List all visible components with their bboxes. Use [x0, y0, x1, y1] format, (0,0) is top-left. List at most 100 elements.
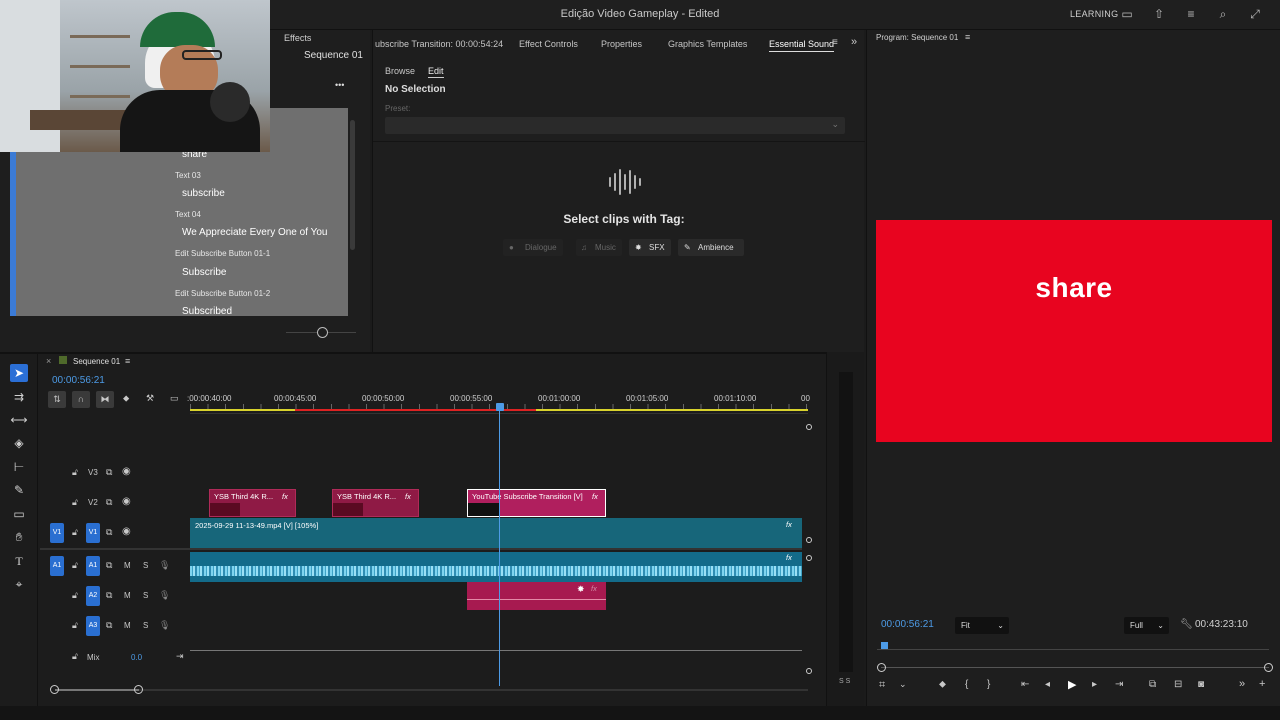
lock-icon[interactable]: 🔓︎ — [72, 651, 78, 662]
track-select-tool-icon[interactable]: ⇉ — [10, 388, 28, 406]
vertical-scroll-handle[interactable] — [806, 537, 812, 543]
mute-button[interactable]: M — [124, 561, 131, 570]
step-back-icon[interactable]: ◂ — [1045, 679, 1050, 690]
chevron-down-icon[interactable]: ⌄ — [899, 679, 907, 690]
tab-essential-sound[interactable]: Essential Sound — [769, 39, 835, 52]
program-ruler[interactable] — [877, 642, 1269, 650]
selection-tool-icon[interactable]: ➤ — [10, 364, 28, 382]
tag-sfx-button[interactable]: ✸ SFX — [629, 239, 671, 256]
microphone-icon[interactable]: 🎙︎ — [159, 560, 170, 571]
track-target-a2[interactable]: A2 — [86, 586, 100, 606]
track-target-a1[interactable]: A1 — [86, 556, 100, 576]
zoom-bar[interactable] — [881, 667, 1269, 668]
tab-effect-controls[interactable]: Effect Controls — [519, 39, 578, 49]
go-to-out-icon[interactable]: ⇥ — [1115, 679, 1123, 690]
clip-a1-gameplay-audio[interactable]: fx — [190, 552, 802, 582]
close-tab-icon[interactable]: × — [46, 356, 51, 366]
vertical-scroll-handle[interactable] — [806, 555, 812, 561]
solo-button[interactable]: S — [143, 621, 148, 630]
nest-toggle-icon[interactable]: ⇅ — [48, 391, 66, 408]
lock-icon[interactable]: 🔓︎ — [72, 560, 78, 571]
tag-music-button[interactable]: ♫ Music — [576, 239, 622, 256]
wrench-icon[interactable]: ⚒ — [146, 393, 154, 404]
mark-out-icon[interactable]: } — [987, 679, 990, 690]
tag-dialogue-button[interactable]: ● Dialogue — [503, 239, 563, 256]
add-button-icon[interactable]: + — [1259, 678, 1265, 690]
search-icon[interactable]: ⌕ — [1216, 7, 1230, 21]
horizontal-scrollbar-thumb[interactable] — [55, 689, 139, 691]
horizontal-scroll-handle-left[interactable] — [50, 685, 59, 694]
add-marker-icon[interactable]: ⬥ — [939, 679, 946, 690]
lock-icon[interactable]: 🔓︎ — [72, 497, 78, 508]
sync-lock-icon[interactable]: ⧉ — [106, 467, 112, 478]
clip-v2-third-1[interactable]: YSB Third 4K R... fx — [209, 489, 296, 517]
source-patch-a1[interactable]: A1 — [50, 556, 64, 576]
hand-tool-icon[interactable]: ✋︎ — [10, 528, 28, 546]
step-forward-icon[interactable]: ▸ — [1092, 679, 1097, 690]
ripple-edit-tool-icon[interactable]: ⟷ — [10, 411, 28, 429]
solo-button[interactable]: S — [143, 561, 148, 570]
sync-lock-icon[interactable]: ⧉ — [106, 620, 112, 631]
play-icon[interactable]: ▶ — [1068, 678, 1076, 691]
add-marker-icon[interactable]: ⬥ — [123, 393, 129, 404]
snap-magnet-icon[interactable]: ∩ — [72, 391, 90, 408]
mute-button[interactable]: M — [124, 591, 131, 600]
razor-tool-icon[interactable]: ◈ — [10, 434, 28, 452]
lock-icon[interactable]: 🔓︎ — [72, 620, 78, 631]
preset-dropdown[interactable]: ⌄ — [385, 117, 845, 134]
clip-v1-gameplay[interactable]: 2025-09-29 11-13-49.mp4 [V] [105%] fx — [190, 518, 802, 548]
zoom-bar-handle-right[interactable] — [1264, 663, 1273, 672]
pen-tool-icon[interactable]: ✎ — [10, 481, 28, 499]
clip-v2-subscribe-transition[interactable]: YouTube Subscribe Transition [V] fx — [467, 489, 606, 517]
program-timecode[interactable]: 00:00:56:21 — [881, 619, 934, 630]
playhead-marker[interactable] — [881, 642, 888, 649]
tab-properties[interactable]: Properties — [601, 39, 642, 49]
mark-in-icon[interactable]: { — [965, 679, 968, 690]
tab-source-clip[interactable]: ubscribe Transition: 00:00:54:24 — [375, 39, 503, 49]
tab-graphics-templates[interactable]: Graphics Templates — [668, 39, 747, 49]
sync-lock-icon[interactable]: ⧉ — [106, 560, 112, 571]
resolution-dropdown[interactable]: Full ⌄ — [1124, 617, 1169, 634]
sync-lock-icon[interactable]: ⧉ — [106, 497, 112, 508]
zoom-slider-handle[interactable] — [317, 327, 328, 338]
scrollbar[interactable] — [350, 120, 355, 250]
horizontal-scroll-handle-right[interactable] — [134, 685, 143, 694]
tab-effects[interactable]: Effects — [284, 33, 311, 43]
more-controls-icon[interactable]: » — [1239, 678, 1245, 690]
solo-button[interactable]: S — [143, 591, 148, 600]
settings-icon[interactable]: ⌗ — [879, 679, 885, 692]
vertical-scroll-handle-top[interactable] — [806, 424, 812, 430]
source-patch-v1[interactable]: V1 — [50, 523, 64, 543]
meter-solo-labels[interactable]: S S — [839, 678, 850, 685]
horizontal-scrollbar-track[interactable] — [55, 689, 808, 691]
extract-icon[interactable]: ⊟ — [1174, 679, 1182, 690]
microphone-icon[interactable]: 🎙︎ — [159, 620, 170, 631]
track-target-v1[interactable]: V1 — [86, 523, 100, 543]
panel-layout-icon[interactable]: ▭ — [1120, 7, 1134, 21]
panel-menu-icon[interactable]: ≡ — [965, 32, 970, 42]
zoom-fit-dropdown[interactable]: Fit ⌄ — [955, 617, 1009, 634]
panel-menu-icon[interactable]: ≡ — [125, 356, 130, 366]
camera-icon[interactable]: ◙ — [1198, 679, 1204, 690]
workspace-learning-tab[interactable]: LEARNING — [1070, 9, 1118, 19]
track-target-a3[interactable]: A3 — [86, 616, 100, 636]
go-to-in-icon[interactable]: ⇤ — [1021, 679, 1029, 690]
timeline-timecode[interactable]: 00:00:56:21 — [52, 375, 105, 386]
linked-selection-icon[interactable]: ⧓ — [96, 391, 114, 408]
eye-icon[interactable]: ◉ — [122, 526, 131, 537]
vertical-scroll-handle-bottom[interactable] — [806, 668, 812, 674]
playhead-handle[interactable] — [496, 403, 504, 411]
lock-icon[interactable]: 🔓︎ — [72, 527, 78, 538]
subtab-edit[interactable]: Edit — [428, 66, 444, 78]
mix-value[interactable]: 0.0 — [131, 653, 142, 662]
layer-text-subscribed[interactable]: Subscribed — [182, 306, 232, 317]
timeline-sequence-tab[interactable]: Sequence 01 — [73, 357, 120, 366]
clip-a2-sfx[interactable]: ✸ fx — [467, 582, 606, 610]
wrench-icon[interactable]: 🔧︎ — [1180, 619, 1193, 630]
microphone-icon[interactable]: 🎙︎ — [159, 590, 170, 601]
caption-tool-icon[interactable]: ⌖ — [10, 575, 28, 593]
lock-icon[interactable]: 🔓︎ — [72, 467, 78, 478]
clip-v2-third-2[interactable]: YSB Third 4K R... fx — [332, 489, 419, 517]
fullscreen-icon[interactable]: ⤢ — [1248, 7, 1262, 21]
mute-button[interactable]: M — [124, 621, 131, 630]
